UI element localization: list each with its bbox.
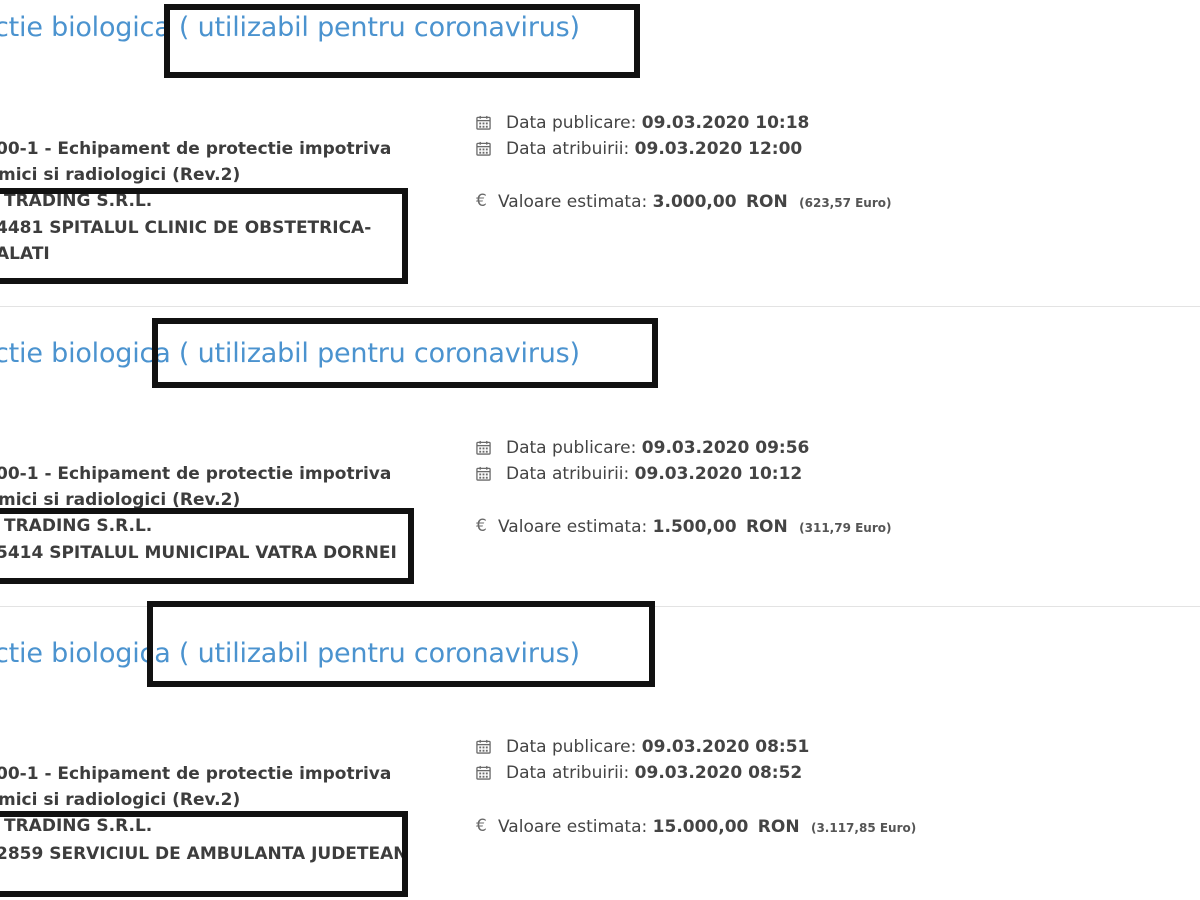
award-date: Data atribuirii: 09.03.2020 10:12 bbox=[506, 464, 802, 484]
publication-date-label: Data publicare: bbox=[506, 737, 637, 757]
estimated-value-currency: RON bbox=[757, 817, 800, 837]
estimated-value: Valoare estimata: 1.500,00 RON (311,79 E… bbox=[498, 517, 892, 537]
annotation-box-title bbox=[147, 601, 655, 687]
calendar-icon bbox=[476, 141, 491, 156]
award-date: Data atribuirii: 09.03.2020 08:52 bbox=[506, 763, 802, 783]
cpv-line-1: 00-1 - Echipament de protectie impotriva bbox=[0, 464, 392, 484]
euro-icon: € bbox=[476, 516, 487, 536]
annotation-box-authority bbox=[0, 811, 408, 897]
publication-date-value: 09.03.2020 10:18 bbox=[641, 113, 810, 133]
calendar-icon bbox=[476, 115, 491, 130]
annotation-box-title bbox=[152, 318, 658, 388]
publication-date-label: Data publicare: bbox=[506, 438, 637, 458]
cpv-line-1: 00-1 - Echipament de protectie impotriva bbox=[0, 764, 392, 784]
publication-date: Data publicare: 09.03.2020 10:18 bbox=[506, 113, 809, 133]
award-date-label: Data atribuirii: bbox=[506, 763, 630, 783]
award-date-value: 09.03.2020 12:00 bbox=[634, 139, 803, 159]
award-date: Data atribuirii: 09.03.2020 12:00 bbox=[506, 139, 802, 159]
estimated-value-label: Valoare estimata: bbox=[498, 817, 648, 837]
annotation-box-authority bbox=[0, 188, 408, 284]
euro-icon: € bbox=[476, 191, 487, 211]
publication-date: Data publicare: 09.03.2020 08:51 bbox=[506, 737, 809, 757]
award-date-label: Data atribuirii: bbox=[506, 139, 630, 159]
estimated-value-eur: (623,57 Euro) bbox=[799, 196, 892, 210]
estimated-value-eur: (3.117,85 Euro) bbox=[810, 821, 917, 835]
publication-date: Data publicare: 09.03.2020 09:56 bbox=[506, 438, 809, 458]
estimated-value-label: Valoare estimata: bbox=[498, 192, 648, 212]
award-date-value: 09.03.2020 08:52 bbox=[634, 763, 803, 783]
calendar-icon bbox=[476, 765, 491, 780]
annotation-box-authority bbox=[0, 508, 414, 584]
estimated-value-currency: RON bbox=[745, 517, 788, 537]
notice-item-2: ctie biologica ( utilizabil pentru coron… bbox=[0, 306, 1200, 606]
calendar-icon bbox=[476, 466, 491, 481]
estimated-value-eur: (311,79 Euro) bbox=[799, 521, 892, 535]
estimated-value: Valoare estimata: 15.000,00 RON (3.117,8… bbox=[498, 817, 916, 837]
publication-date-value: 09.03.2020 08:51 bbox=[641, 737, 810, 757]
award-date-label: Data atribuirii: bbox=[506, 464, 630, 484]
estimated-value-amount: 1.500,00 bbox=[652, 517, 737, 537]
estimated-value: Valoare estimata: 3.000,00 RON (623,57 E… bbox=[498, 192, 892, 212]
publication-date-label: Data publicare: bbox=[506, 113, 637, 133]
cpv-line-1: 00-1 - Echipament de protectie impotriva bbox=[0, 139, 392, 159]
publication-date-value: 09.03.2020 09:56 bbox=[641, 438, 810, 458]
notice-item-3: ctie biologica ( utilizabil pentru coron… bbox=[0, 601, 1200, 900]
euro-icon: € bbox=[476, 816, 487, 836]
calendar-icon bbox=[476, 739, 491, 754]
cpv-line-2: mici si radiologici (Rev.2) bbox=[0, 490, 241, 510]
estimated-value-amount: 15.000,00 bbox=[652, 817, 749, 837]
cpv-line-2: mici si radiologici (Rev.2) bbox=[0, 790, 241, 810]
annotation-box-title bbox=[164, 4, 640, 78]
notice-item-1: ctie biologica ( utilizabil pentru coron… bbox=[0, 0, 1200, 306]
estimated-value-currency: RON bbox=[745, 192, 788, 212]
cpv-line-2: mici si radiologici (Rev.2) bbox=[0, 165, 241, 185]
estimated-value-amount: 3.000,00 bbox=[652, 192, 737, 212]
calendar-icon bbox=[476, 440, 491, 455]
estimated-value-label: Valoare estimata: bbox=[498, 517, 648, 537]
award-date-value: 09.03.2020 10:12 bbox=[634, 464, 803, 484]
